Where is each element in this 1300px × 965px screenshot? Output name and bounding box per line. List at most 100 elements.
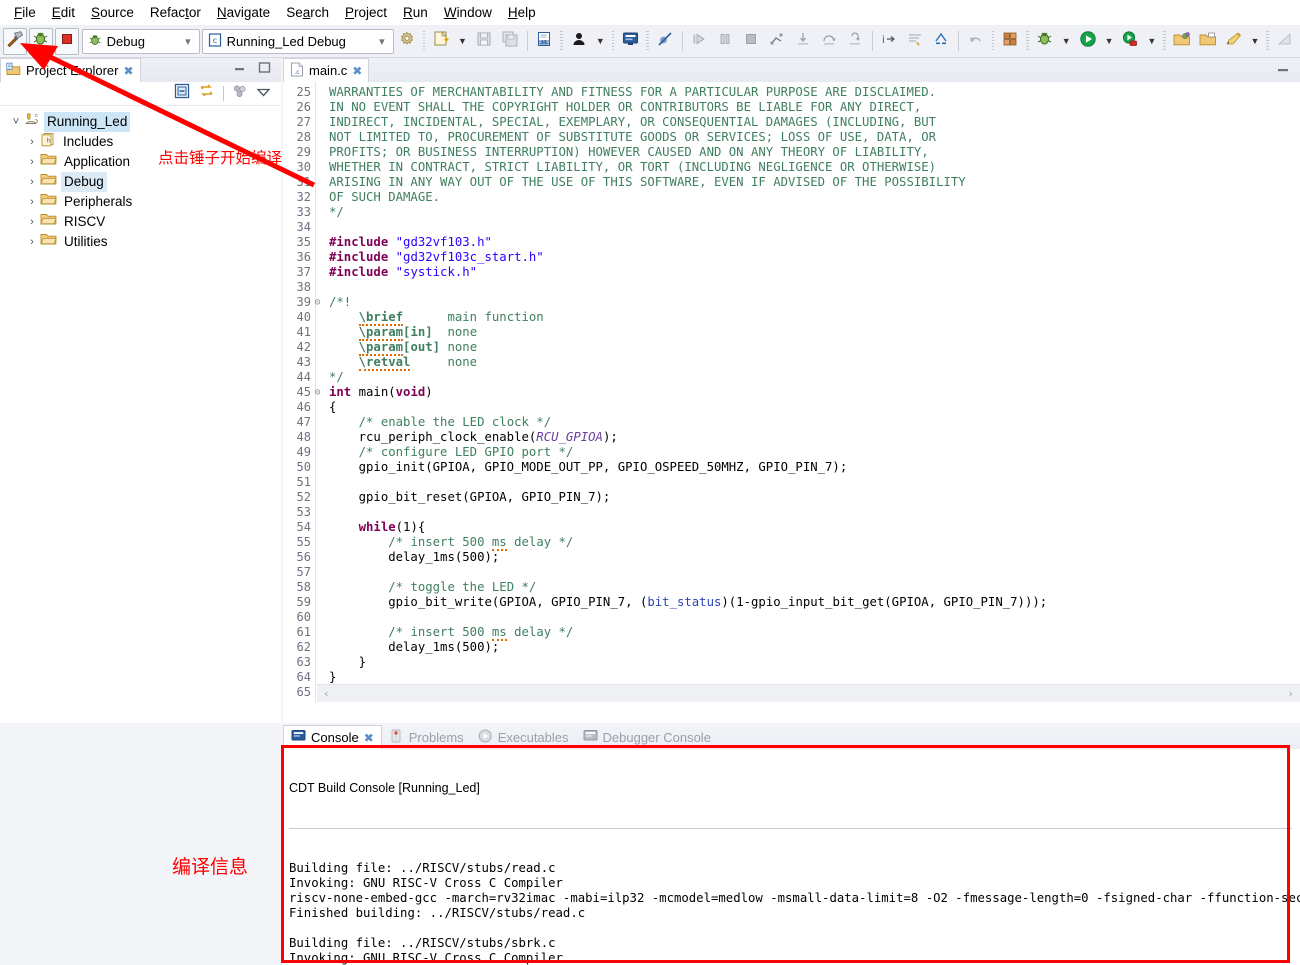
code-line[interactable]: 56 delay_1ms(500); — [283, 550, 1300, 565]
scroll-left-arrow-icon[interactable]: ‹ — [323, 686, 330, 701]
build-hammer-button[interactable] — [3, 27, 27, 55]
debug-button[interactable] — [28, 27, 53, 55]
suspend-button[interactable] — [713, 28, 737, 55]
menu-item-source[interactable]: Source — [83, 3, 142, 22]
code-line[interactable]: 61 /* insert 500 ms delay */ — [283, 625, 1300, 641]
skip-breakpoints-button[interactable] — [653, 28, 677, 55]
save-all-button[interactable] — [498, 28, 522, 55]
code-line[interactable]: 55 /* insert 500 ms delay */ — [283, 535, 1300, 551]
code-line[interactable]: 51 — [283, 475, 1300, 490]
new-button[interactable] — [429, 28, 453, 55]
collapse-all-icon[interactable] — [174, 83, 190, 104]
open-type-button[interactable] — [1170, 28, 1194, 55]
open-resource-button[interactable] — [1196, 28, 1220, 55]
code-line[interactable]: 50 gpio_init(GPIOA, GPIO_MODE_OUT_PP, GP… — [283, 460, 1300, 475]
menu-item-help[interactable]: Help — [500, 3, 544, 22]
menu-item-edit[interactable]: Edit — [44, 3, 83, 22]
link-with-editor-icon[interactable] — [198, 83, 215, 104]
launch-settings-button[interactable] — [395, 28, 419, 55]
open-console-button[interactable] — [618, 28, 642, 55]
tree-node-utilities[interactable]: › Utilities — [0, 232, 281, 252]
resume-button[interactable] — [687, 28, 711, 55]
code-line[interactable]: 57 — [283, 565, 1300, 580]
code-line[interactable]: 64} — [283, 670, 1300, 685]
code-line[interactable]: 31 ARISING IN ANY WAY OUT OF THE USE OF T… — [283, 175, 1300, 190]
instruction-stepping-button[interactable]: i — [878, 28, 902, 55]
chevron-down-icon[interactable]: ▾ — [181, 35, 195, 48]
chevron-right-icon[interactable]: › — [24, 132, 40, 152]
scroll-right-arrow-icon[interactable]: › — [1287, 686, 1294, 701]
debug-dropdown-caret-icon[interactable]: ▼ — [1058, 36, 1075, 46]
user-button[interactable] — [567, 28, 591, 55]
code-line[interactable]: 28 NOT LIMITED TO, PROCUREMENT OF SUBSTIT… — [283, 130, 1300, 145]
menu-item-navigate[interactable]: Navigate — [209, 3, 278, 22]
code-line[interactable]: 62 delay_1ms(500); — [283, 640, 1300, 655]
disconnect-button[interactable] — [765, 28, 789, 55]
menu-item-project[interactable]: Project — [337, 3, 395, 22]
code-line[interactable]: 39 ⊝ /*! — [283, 295, 1300, 310]
menu-item-run[interactable]: Run — [395, 3, 436, 22]
quick-access-dropdown-caret-icon[interactable]: ▼ — [1247, 36, 1264, 46]
chevron-right-icon[interactable]: › — [24, 232, 40, 252]
code-line[interactable]: 45 ⊝ int main(void) — [283, 385, 1300, 400]
external-tools-dropdown-caret-icon[interactable]: ▼ — [1143, 36, 1160, 46]
code-line[interactable]: 60 — [283, 610, 1300, 625]
new-dropdown-caret-icon[interactable]: ▼ — [454, 36, 471, 46]
build-all-button[interactable] — [998, 28, 1022, 55]
external-tools-button[interactable] — [1119, 28, 1143, 55]
tree-node-application[interactable]: › Application — [0, 152, 281, 172]
code-area[interactable]: 25 WARRANTIES OF MERCHANTABILITY AND FITN… — [283, 82, 1300, 702]
code-line[interactable]: 54 while(1){ — [283, 520, 1300, 535]
chevron-right-icon[interactable]: › — [24, 152, 40, 172]
terminate-button[interactable] — [54, 27, 79, 55]
code-line[interactable]: 30 WHETHER IN CONTRACT, STRICT LIABILITY,… — [283, 160, 1300, 175]
tree-node-debug[interactable]: › Debug — [0, 172, 281, 192]
debug-launch-button[interactable] — [1033, 28, 1057, 55]
chevron-down-icon[interactable]: ˅ — [8, 112, 24, 132]
console-output[interactable]: CDT Build Console [Running_Led] Building… — [283, 749, 1300, 965]
close-icon[interactable]: ✖ — [123, 64, 133, 78]
code-line[interactable]: 44 */ — [283, 370, 1300, 385]
menu-item-window[interactable]: Window — [436, 3, 500, 22]
code-line[interactable]: 43 \retval none — [283, 355, 1300, 371]
code-line[interactable]: 32 OF SUCH DAMAGE. — [283, 190, 1300, 205]
code-line[interactable]: 26 IN NO EVENT SHALL THE COPYRIGHT HOLDER… — [283, 100, 1300, 115]
code-line[interactable]: 53 — [283, 505, 1300, 520]
menu-item-refactor[interactable]: Refactor — [142, 3, 209, 22]
code-line[interactable]: 46 { — [283, 400, 1300, 415]
chevron-down-icon[interactable]: ▾ — [375, 35, 389, 48]
code-line[interactable]: 34 — [283, 220, 1300, 235]
maximize-icon[interactable] — [258, 61, 271, 79]
chevron-right-icon[interactable]: › — [24, 212, 40, 232]
close-icon[interactable]: ✖ — [364, 731, 374, 745]
tab-problems[interactable]: Problems — [382, 725, 471, 749]
fold-marker-icon[interactable]: ⊝ — [311, 295, 324, 310]
view-menu-icon[interactable] — [232, 83, 248, 104]
close-icon[interactable]: ✖ — [352, 64, 362, 78]
run-dropdown-caret-icon[interactable]: ▼ — [1101, 36, 1118, 46]
code-line[interactable]: 49 /* configure LED GPIO port */ — [283, 445, 1300, 460]
chevron-right-icon[interactable]: › — [24, 192, 40, 212]
tree-node-running-led[interactable]: ˅ c Running_Led — [0, 112, 281, 132]
tree-node-riscv[interactable]: › RISCV — [0, 212, 281, 232]
tab-project-explorer[interactable]: Project Explorer ✖ — [0, 58, 141, 82]
minimize-icon[interactable] — [233, 61, 246, 79]
code-line[interactable]: 36 #include "gd32vf103c_start.h" — [283, 250, 1300, 265]
previous-annotation-button[interactable] — [929, 28, 953, 55]
tab-debugger-console[interactable]: Debugger Console — [576, 725, 718, 749]
code-line[interactable]: 25 WARRANTIES OF MERCHANTABILITY AND FITN… — [283, 85, 1300, 100]
step-over-button[interactable] — [817, 28, 841, 55]
chevron-right-icon[interactable]: › — [24, 172, 40, 192]
tree-node-peripherals[interactable]: › Peripherals — [0, 192, 281, 212]
step-into-button[interactable] — [791, 28, 815, 55]
code-line[interactable]: 29 PROFITS; OR BUSINESS INTERRUPTION) HOW… — [283, 145, 1300, 160]
menu-item-file[interactable]: File — [6, 3, 44, 22]
view-dropdown-icon[interactable] — [256, 85, 271, 103]
code-line[interactable]: 47 /* enable the LED clock */ — [283, 415, 1300, 430]
editor-horizontal-scrollbar[interactable]: ‹ › — [317, 684, 1300, 702]
code-line[interactable]: 42 \param[out] none — [283, 340, 1300, 356]
binary-file-button[interactable]: 010 — [533, 28, 557, 55]
run-button[interactable] — [1076, 28, 1100, 55]
code-line[interactable]: 27 INDIRECT, INCIDENTAL, SPECIAL, EXEMPLA… — [283, 115, 1300, 130]
next-annotation-button[interactable] — [903, 28, 927, 55]
